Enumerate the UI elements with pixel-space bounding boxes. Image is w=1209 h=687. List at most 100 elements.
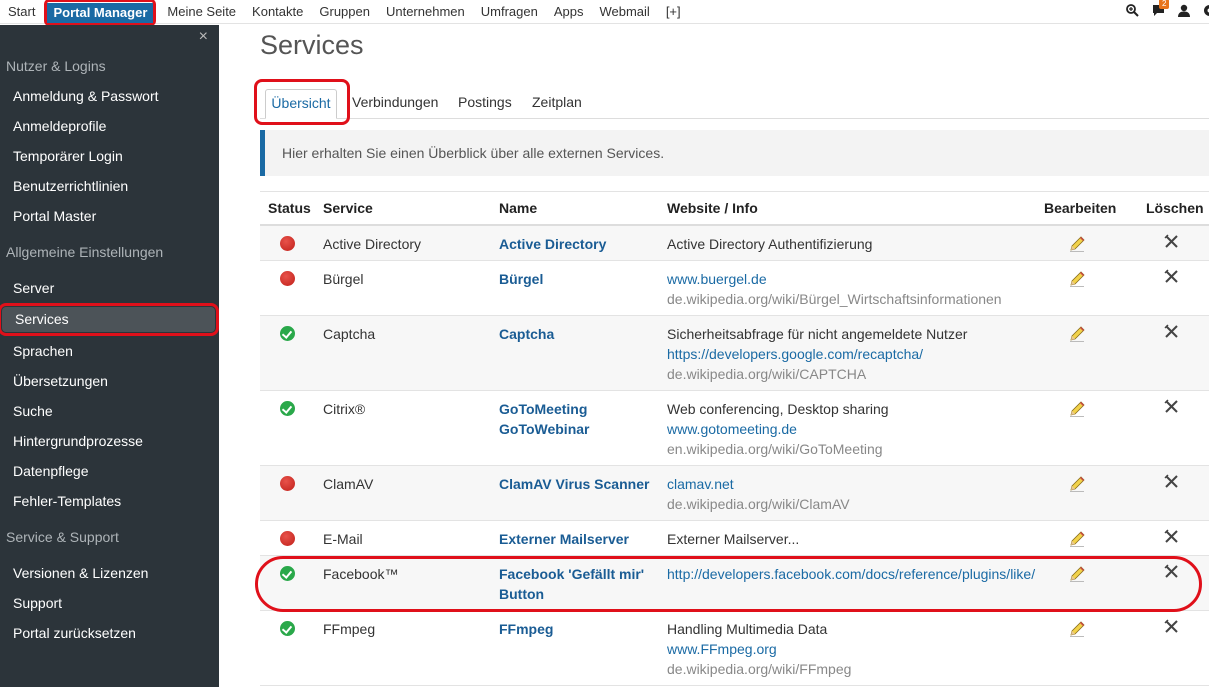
table-row: Captcha Captcha Sicherheitsabfrage für nic…: [260, 316, 1209, 391]
service-cell: Facebook™: [323, 566, 399, 582]
tab-bar: Übersicht Verbindungen Postings Zeitplan: [254, 79, 1209, 125]
name-link[interactable]: Facebook 'Gefällt mir' Button: [499, 564, 644, 604]
delete-x-icon[interactable]: [1164, 269, 1180, 285]
edit-pencil-icon[interactable]: [1068, 270, 1086, 288]
edit-pencil-icon[interactable]: [1068, 400, 1086, 418]
sidebar-section-allgemein: Allgemeine Einstellungen: [6, 244, 164, 260]
delete-x-icon[interactable]: [1164, 474, 1180, 490]
sidebar-section-nutzer: Nutzer & Logins: [6, 58, 106, 74]
website-cell: Sicherheitsabfrage für nicht angemeldete…: [667, 324, 967, 384]
delete-x-icon[interactable]: [1164, 564, 1180, 580]
nav-kontakte[interactable]: Kontakte: [244, 0, 311, 24]
settings-icon[interactable]: [1203, 4, 1209, 20]
tab-postings[interactable]: Postings: [458, 87, 512, 119]
name-line: Facebook 'Gefällt mir': [499, 566, 645, 582]
nav-umfragen[interactable]: Umfragen: [473, 0, 546, 24]
edit-pencil-icon[interactable]: [1068, 235, 1086, 253]
name-link[interactable]: GoToMeeting GoToWebinar: [499, 399, 589, 439]
sidebar-item-anmeldeprofile[interactable]: Anmeldeprofile: [0, 111, 219, 141]
website-link[interactable]: www.FFmpeg.org: [667, 639, 851, 659]
website-cell: Handling Multimedia Data www.FFmpeg.org de…: [667, 619, 851, 679]
tab-verbindungen[interactable]: Verbindungen: [352, 87, 438, 119]
delete-x-icon[interactable]: [1164, 324, 1180, 340]
sidebar-item-portal-reset[interactable]: Portal zurücksetzen: [0, 618, 219, 648]
delete-x-icon[interactable]: [1164, 619, 1180, 635]
nav-portal-manager[interactable]: Portal Manager: [44, 0, 157, 26]
name-link[interactable]: Externer Mailserver: [499, 529, 629, 549]
service-cell: Active Directory: [323, 236, 422, 252]
page-title: Services: [260, 30, 364, 60]
sidebar-item-sprachen[interactable]: Sprachen: [0, 336, 219, 366]
website-cell: www.buergel.de de.wikipedia.org/wiki/Bürg…: [667, 269, 1002, 309]
sidebar-item-server[interactable]: Server: [0, 273, 219, 303]
name-link[interactable]: ClamAV Virus Scanner: [499, 474, 649, 494]
edit-pencil-icon[interactable]: [1068, 325, 1086, 343]
name-link[interactable]: FFmpeg: [499, 619, 553, 639]
delete-x-icon[interactable]: [1164, 529, 1180, 545]
status-ok-icon: [280, 621, 295, 636]
info-text: Web conferencing, Desktop sharing: [667, 401, 889, 417]
table-row: E-Mail Externer Mailserver Externer Mailse…: [260, 521, 1209, 556]
website-cell: clamav.net de.wikipedia.org/wiki/ClamAV: [667, 474, 850, 514]
sidebar-item-fehler-templates[interactable]: Fehler-Templates: [0, 486, 219, 516]
sidebar-item-services[interactable]: Services: [2, 307, 215, 332]
col-edit: Bearbeiten: [1044, 200, 1117, 216]
name-line: Bürgel: [499, 271, 544, 287]
edit-pencil-icon[interactable]: [1068, 530, 1086, 548]
edit-pencil-icon[interactable]: [1068, 565, 1086, 583]
delete-x-icon[interactable]: [1164, 399, 1180, 415]
tab-uebersicht[interactable]: Übersicht: [265, 89, 337, 119]
sidebar-item-portal-master[interactable]: Portal Master: [0, 201, 219, 231]
name-link[interactable]: Bürgel: [499, 269, 543, 289]
top-navigation: Start Portal Manager Meine Seite Kontakt…: [0, 0, 1209, 26]
wiki-link[interactable]: de.wikipedia.org/wiki/FFmpeg: [667, 659, 851, 679]
name-line: ClamAV Virus Scanner: [499, 476, 650, 492]
nav-meine-seite[interactable]: Meine Seite: [159, 0, 244, 24]
tab-zeitplan[interactable]: Zeitplan: [532, 87, 582, 119]
table-row: Facebook™ Facebook 'Gefällt mir' Button htt…: [260, 556, 1209, 611]
name-line: Captcha: [499, 326, 555, 342]
edit-pencil-icon[interactable]: [1068, 620, 1086, 638]
sidebar-item-hintergrundprozesse[interactable]: Hintergrundprozesse: [0, 426, 219, 456]
sidebar-item-suche[interactable]: Suche: [0, 396, 219, 426]
status-error-icon: [280, 236, 295, 251]
messages-icon[interactable]: 2: [1152, 0, 1170, 20]
nav-start[interactable]: Start: [0, 0, 43, 24]
sidebar-item-support[interactable]: Support: [0, 588, 219, 618]
delete-x-icon[interactable]: [1164, 234, 1180, 250]
website-link[interactable]: clamav.net: [667, 474, 850, 494]
sidebar-item-datenpflege[interactable]: Datenpflege: [0, 456, 219, 486]
wiki-link[interactable]: de.wikipedia.org/wiki/ClamAV: [667, 494, 850, 514]
website-link[interactable]: www.buergel.de: [667, 269, 1002, 289]
nav-gruppen[interactable]: Gruppen: [311, 0, 378, 24]
service-cell: Captcha: [323, 326, 376, 342]
edit-pencil-icon[interactable]: [1068, 475, 1086, 493]
status-error-icon: [280, 271, 295, 286]
website-link[interactable]: https://developers.google.com/recaptcha/: [667, 344, 967, 364]
name-line: Button: [499, 586, 545, 602]
user-icon[interactable]: [1178, 4, 1190, 20]
website-link[interactable]: http://developers.facebook.com/docs/refe…: [667, 564, 1035, 584]
name-link[interactable]: Captcha: [499, 324, 554, 344]
sidebar-item-temp-login[interactable]: Temporärer Login: [0, 141, 219, 171]
name-link[interactable]: Active Directory: [499, 234, 606, 254]
wiki-link[interactable]: de.wikipedia.org/wiki/Bürgel_Wirtschafts…: [667, 289, 1002, 309]
col-name: Name: [499, 200, 538, 216]
sidebar-section-support: Service & Support: [6, 529, 119, 545]
website-link[interactable]: www.gotomeeting.de: [667, 419, 889, 439]
nav-apps[interactable]: Apps: [546, 0, 592, 24]
wiki-link[interactable]: en.wikipedia.org/wiki/GoToMeeting: [667, 439, 889, 459]
nav-unternehmen[interactable]: Unternehmen: [378, 0, 473, 24]
nav-more[interactable]: [+]: [658, 0, 689, 24]
sidebar-item-benutzerrichtlinien[interactable]: Benutzerrichtlinien: [0, 171, 219, 201]
sidebar-item-anmeldung[interactable]: Anmeldung & Passwort: [0, 81, 219, 111]
nav-webmail[interactable]: Webmail: [591, 0, 657, 24]
sidebar-item-uebersetzungen[interactable]: Übersetzungen: [0, 366, 219, 396]
name-line: FFmpeg: [499, 621, 554, 637]
sidebar-active-highlight: Services: [0, 303, 219, 336]
nav-portal-manager-label: Portal Manager: [47, 2, 154, 23]
search-zoom-icon[interactable]: [1126, 4, 1139, 20]
sidebar-item-versionen[interactable]: Versionen & Lizenzen: [0, 558, 219, 588]
close-icon[interactable]: ×: [199, 28, 208, 46]
wiki-link[interactable]: de.wikipedia.org/wiki/CAPTCHA: [667, 364, 967, 384]
